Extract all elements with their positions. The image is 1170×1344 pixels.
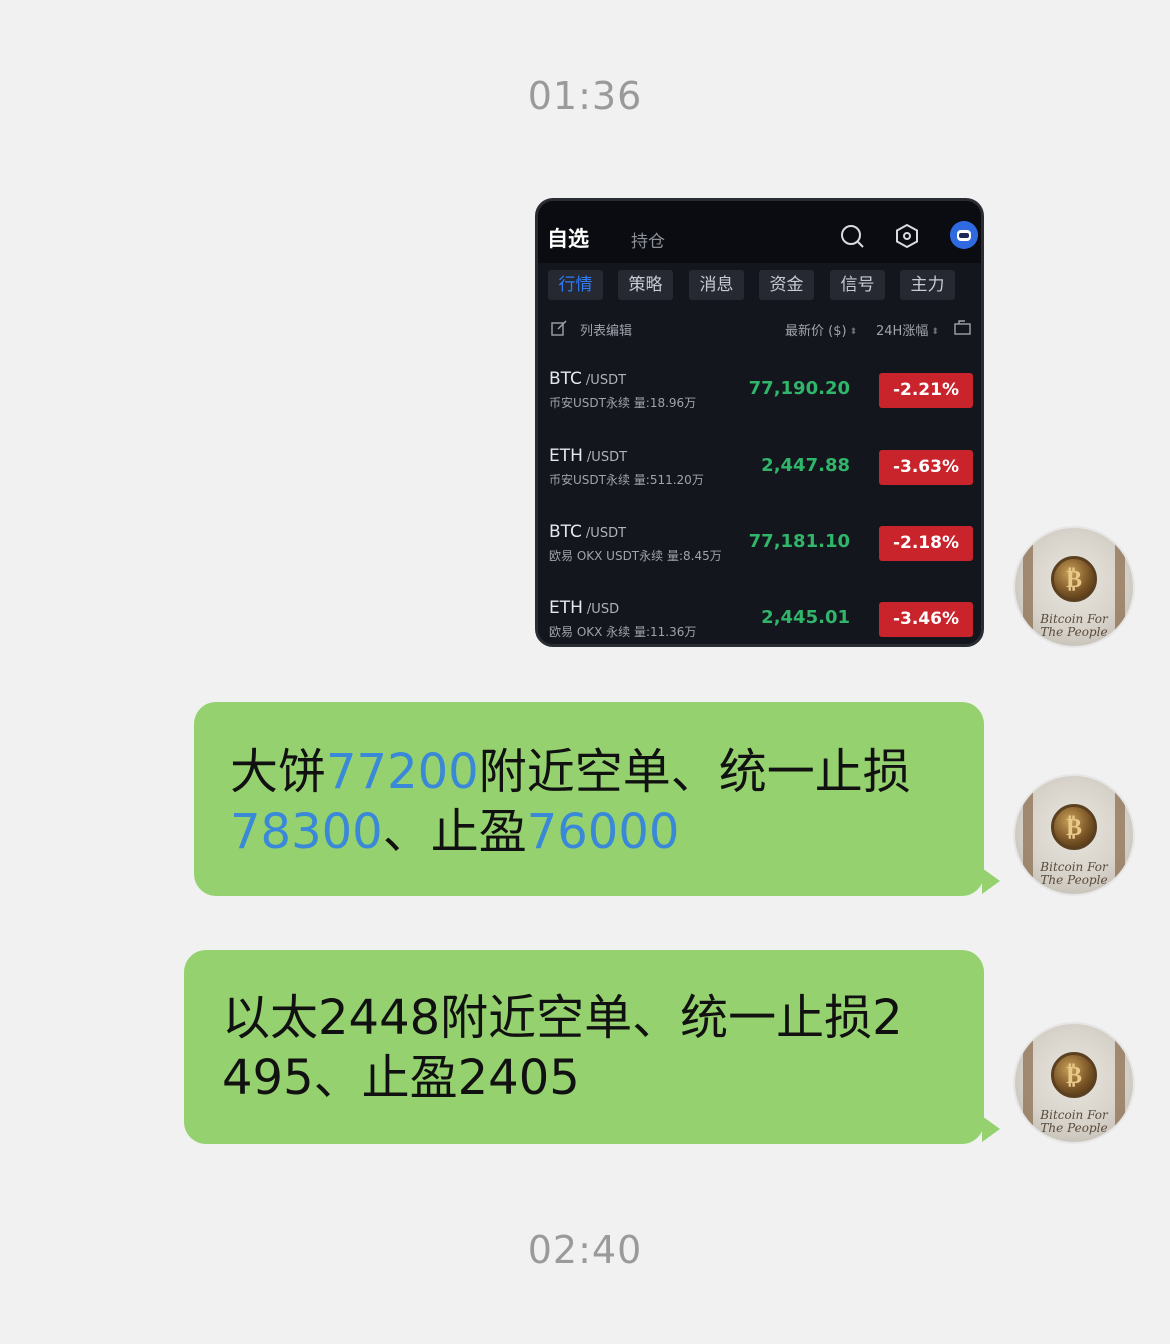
chat-message-bubble[interactable]: 大饼77200附近空单、统一止损 78300、止盈76000 bbox=[194, 702, 1000, 896]
market-row: ETH/USDT 币安USDT永续 量:511.20万 2,447.88 -3.… bbox=[538, 446, 981, 516]
symbol: BTC/USDT bbox=[549, 369, 627, 389]
bubble-tail bbox=[982, 868, 1000, 894]
change-column-header: 24H涨幅 ⬍ bbox=[876, 324, 939, 339]
edit-icon bbox=[551, 320, 567, 336]
hexagon-settings-icon bbox=[896, 223, 918, 249]
last-price: 77,181.10 bbox=[748, 531, 850, 552]
chat-message-bubble[interactable]: 以太2448附近空单、统一止损2 495、止盈2405 bbox=[184, 950, 1000, 1144]
change-badge: -3.63% bbox=[879, 450, 973, 485]
tab-strategy: 策略 bbox=[618, 270, 673, 300]
sort-icon: ⬍ bbox=[849, 327, 858, 337]
tab-positions: 持仓 bbox=[631, 232, 665, 252]
list-header: 列表编辑 最新价 ($) ⬍ 24H涨幅 ⬍ bbox=[538, 317, 981, 341]
price-column-header: 最新价 ($) ⬍ bbox=[785, 324, 858, 339]
bitcoin-icon: ₿ bbox=[1051, 556, 1097, 602]
change-badge: -2.21% bbox=[879, 373, 973, 408]
change-badge: -3.46% bbox=[879, 602, 973, 637]
screenshot-top-bar: 自选 持仓 bbox=[538, 201, 981, 263]
share-icon bbox=[954, 320, 971, 335]
symbol: ETH/USDT bbox=[549, 446, 628, 466]
bitcoin-icon: ₿ bbox=[1051, 804, 1097, 850]
avatar-caption: The People bbox=[1040, 873, 1108, 887]
avatar-caption: Bitcoin For bbox=[1040, 1108, 1108, 1122]
avatar-caption: The People bbox=[1040, 625, 1108, 639]
market-volume: 欧易 OKX USDT永续 量:8.45万 bbox=[549, 549, 722, 563]
market-volume: 欧易 OKX 永续 量:11.36万 bbox=[549, 625, 697, 639]
last-price: 2,447.88 bbox=[761, 455, 850, 476]
list-edit-label: 列表编辑 bbox=[580, 324, 633, 339]
tab-market: 行情 bbox=[548, 270, 603, 300]
tab-main-force: 主力 bbox=[900, 270, 955, 300]
last-price: 77,190.20 bbox=[748, 378, 850, 399]
last-price: 2,445.01 bbox=[761, 607, 850, 628]
bitcoin-icon: ₿ bbox=[1051, 1052, 1097, 1098]
symbol: BTC/USDT bbox=[549, 522, 627, 542]
market-row: BTC/USDT 欧易 OKX USDT永续 量:8.45万 77,181.10… bbox=[538, 522, 981, 592]
tab-signals: 信号 bbox=[830, 270, 885, 300]
bubble-tail bbox=[982, 1116, 1000, 1142]
timestamp: 01:36 bbox=[527, 74, 643, 118]
market-row: ETH/USD 欧易 OKX 永续 量:11.36万 2,445.01 -3.4… bbox=[538, 598, 981, 644]
market-row: BTC/USDT 币安USDT永续 量:18.96万 77,190.20 -2.… bbox=[538, 369, 981, 439]
avatar-caption: The People bbox=[1040, 1121, 1108, 1135]
tab-watchlist: 自选 bbox=[547, 227, 589, 251]
avatar-caption: Bitcoin For bbox=[1040, 860, 1108, 874]
tab-news: 消息 bbox=[689, 270, 744, 300]
message-text: 大饼77200附近空单、统一止损 78300、止盈76000 bbox=[230, 744, 911, 860]
avatar-caption: Bitcoin For bbox=[1040, 612, 1108, 626]
timestamp: 02:40 bbox=[527, 1228, 643, 1272]
change-badge: -2.18% bbox=[879, 526, 973, 561]
image-message-exchange-screenshot[interactable]: 自选 持仓 行情 策略 消息 资金 信号 主力 列表编辑 最新价 ($) ⬍ 24… bbox=[535, 198, 984, 647]
tab-funds: 资金 bbox=[759, 270, 814, 300]
message-text: 以太2448附近空单、统一止损2 495、止盈2405 bbox=[222, 990, 903, 1106]
search-icon bbox=[841, 225, 864, 248]
avatar[interactable]: ₿ Bitcoin For The People bbox=[1015, 528, 1133, 646]
market-volume: 币安USDT永续 量:18.96万 bbox=[549, 396, 697, 410]
symbol: ETH/USD bbox=[549, 598, 620, 618]
sort-icon: ⬍ bbox=[931, 327, 939, 337]
market-volume: 币安USDT永续 量:511.20万 bbox=[549, 473, 704, 487]
avatar[interactable]: ₿ Bitcoin For The People bbox=[1015, 776, 1133, 894]
robot-icon bbox=[950, 221, 978, 249]
avatar[interactable]: ₿ Bitcoin For The People bbox=[1015, 1024, 1133, 1142]
